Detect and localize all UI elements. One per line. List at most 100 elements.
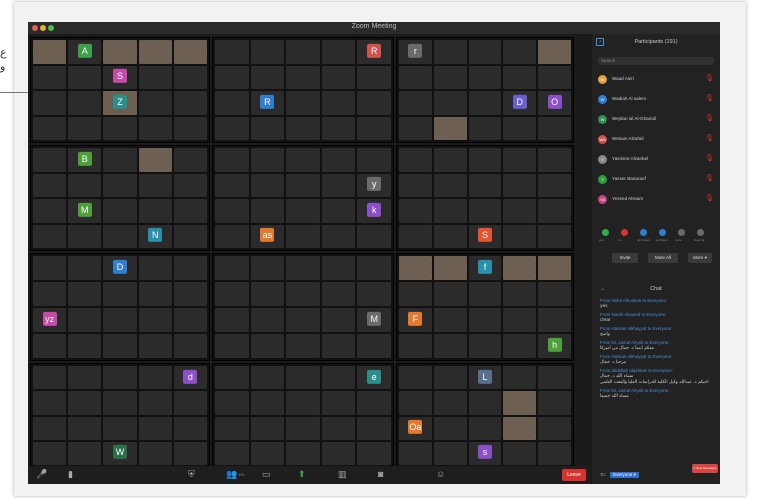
participant-tile[interactable] [250,116,285,140]
participant-tile[interactable] [433,148,467,172]
participant-tile[interactable]: R [357,40,391,64]
participant-tile[interactable] [173,199,207,223]
participant-tile[interactable] [286,256,320,280]
chat-icon[interactable]: ▭ [262,469,271,480]
participant-tile[interactable] [399,199,432,223]
participant-tile[interactable] [286,91,320,115]
participant-tile[interactable] [173,40,207,64]
participant-tile[interactable] [357,282,391,306]
participant-tile[interactable]: k [357,199,391,223]
participant-tile[interactable] [103,116,137,140]
participant-tile[interactable] [215,65,249,89]
participant-tile[interactable] [468,308,502,332]
participant-tile[interactable] [468,173,502,197]
participant-tile[interactable] [250,366,285,390]
participant-tile[interactable] [250,148,285,172]
participant-tile[interactable] [250,334,285,358]
participant-tile[interactable] [468,391,502,415]
participant-tile[interactable] [538,308,571,332]
participant-tile[interactable] [68,308,102,332]
participant-tile[interactable] [538,224,571,248]
participant-tile[interactable] [173,282,207,306]
participant-tile[interactable] [321,441,356,465]
participant-tile[interactable]: y [357,173,391,197]
participant-tile[interactable] [215,173,249,197]
participant-tile[interactable] [33,366,67,390]
participant-tile[interactable] [503,366,537,390]
participant-tile[interactable] [173,173,207,197]
participant-tile[interactable] [538,366,571,390]
participant-tile[interactable] [321,199,356,223]
participant-tile[interactable] [250,308,285,332]
participant-tile[interactable] [357,334,391,358]
participant-tile[interactable] [250,199,285,223]
participant-tile[interactable] [103,391,137,415]
participant-tile[interactable] [433,199,467,223]
participant-tile[interactable] [468,334,502,358]
participant-tile[interactable]: L [468,366,502,390]
participant-tile[interactable] [538,65,571,89]
participant-tile[interactable] [321,65,356,89]
reaction-no-button[interactable] [621,229,628,236]
participant-tile[interactable]: s [468,441,502,465]
participant-tile[interactable] [538,441,571,465]
reactions-icon[interactable]: ☺ [436,469,445,479]
participant-tile[interactable] [286,40,320,64]
participant-tile[interactable] [138,308,172,332]
participant-tile[interactable] [468,116,502,140]
reaction-go-slower-button[interactable] [640,229,647,236]
video-icon[interactable]: ▮ [68,469,73,480]
participant-tile[interactable] [103,334,137,358]
participant-tile[interactable] [321,416,356,440]
participant-tile[interactable] [103,148,137,172]
participant-tile[interactable] [215,308,249,332]
participant-tile[interactable] [286,148,320,172]
participant-tile[interactable]: r [399,40,432,64]
participant-tile[interactable] [433,308,467,332]
participant-tile[interactable] [33,256,67,280]
participant-tile[interactable]: R [250,91,285,115]
participant-tile[interactable] [286,391,320,415]
participant-tile[interactable] [250,441,285,465]
participant-tile[interactable] [173,65,207,89]
participant-tile[interactable] [68,391,102,415]
participant-tile[interactable] [33,334,67,358]
participant-tile[interactable] [138,65,172,89]
participant-tile[interactable] [250,416,285,440]
security-icon[interactable]: ⛨ [188,469,195,480]
reaction-clear-all-button[interactable] [697,229,704,236]
participant-tile[interactable] [250,391,285,415]
participant-tile[interactable] [215,148,249,172]
participant-tile[interactable] [215,224,249,248]
participant-tile[interactable] [503,116,537,140]
share-screen-icon[interactable]: ⬆ [298,469,306,480]
participant-tile[interactable] [468,148,502,172]
participant-tile[interactable] [321,256,356,280]
participant-tile[interactable] [433,91,467,115]
participant-tile[interactable] [103,199,137,223]
participant-tile[interactable] [138,91,172,115]
participant-tile[interactable]: as [250,224,285,248]
participant-tile[interactable] [250,256,285,280]
participant-tile[interactable] [399,224,432,248]
participant-tile[interactable] [33,441,67,465]
participant-tile[interactable] [433,65,467,89]
participant-tile[interactable]: M [357,308,391,332]
participant-tile[interactable] [68,282,102,306]
participant-tile[interactable] [399,334,432,358]
participant-tile[interactable] [286,65,320,89]
participant-tile[interactable] [215,91,249,115]
participant-tile[interactable] [138,116,172,140]
reaction-more-button[interactable] [678,229,685,236]
participant-tile[interactable] [215,441,249,465]
participant-tile[interactable] [399,91,432,115]
participant-tile[interactable] [433,334,467,358]
participant-tile[interactable] [173,441,207,465]
participant-tile[interactable] [538,416,571,440]
participant-tile[interactable] [503,308,537,332]
participant-tile[interactable] [399,391,432,415]
participant-tile[interactable] [215,199,249,223]
participant-tile[interactable] [321,148,356,172]
participant-tile[interactable] [215,416,249,440]
participant-tile[interactable] [538,40,571,64]
